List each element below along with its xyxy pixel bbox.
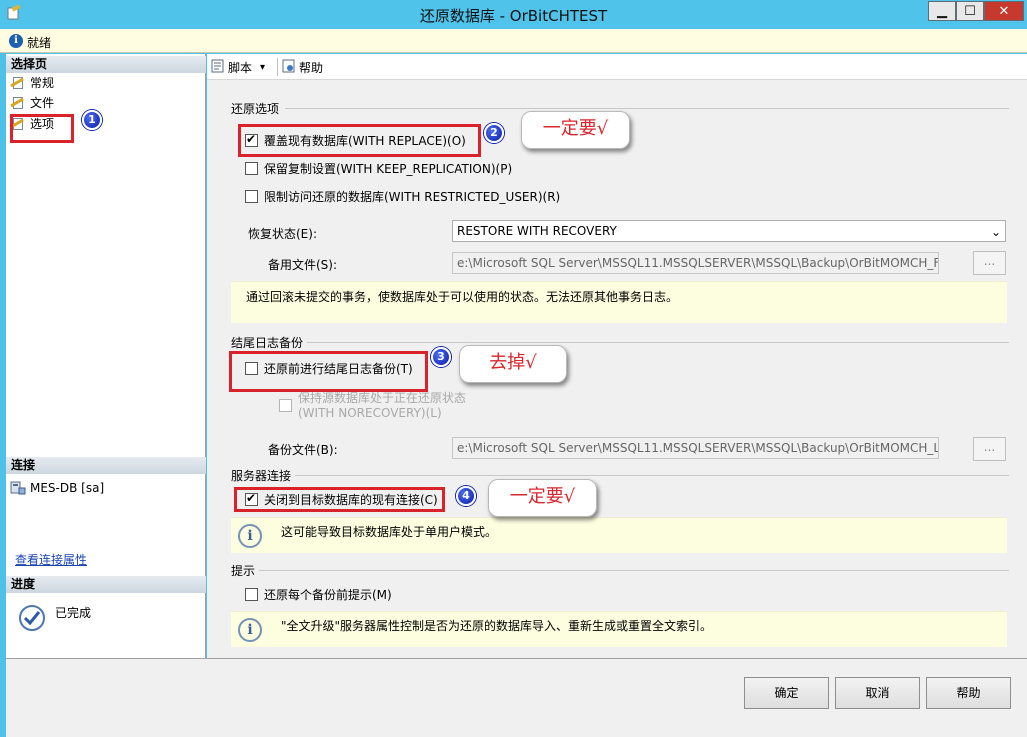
script-icon — [211, 59, 225, 76]
progress-header: 进度 — [6, 576, 206, 593]
callout-must-check-2: 一定要√ — [488, 479, 597, 517]
group-divider — [295, 475, 1009, 476]
server-connections-title: 服务器连接 — [231, 469, 292, 483]
leave-restoring-checkbox[interactable] — [279, 396, 298, 414]
help-button[interactable]: 帮助 — [926, 677, 1011, 709]
view-connection-properties-link[interactable]: 查看连接属性 — [15, 551, 87, 568]
page-icon — [10, 76, 26, 90]
recovery-state-value: RESTORE WITH RECOVERY — [457, 224, 617, 238]
callout-must-check-1: 一定要√ — [521, 111, 630, 149]
help-icon — [282, 59, 296, 76]
help-toolbar-button[interactable]: 帮助 — [277, 58, 323, 76]
recovery-state-select[interactable]: RESTORE WITH RECOVERY ⌄ — [452, 220, 1006, 242]
window-title: 还原数据库 - OrBitCHTEST — [419, 7, 608, 25]
standby-browse-button[interactable]: ... — [973, 251, 1006, 275]
button-bar: 确定 取消 帮助 — [6, 658, 1027, 737]
info-icon: i — [238, 524, 262, 548]
connection-item: MES-DB [sa] — [10, 478, 104, 497]
step-badge-1: 1 — [82, 110, 102, 130]
group-divider — [307, 342, 1009, 343]
step-badge-4: 4 — [456, 486, 476, 506]
status-text: 就绪 — [27, 36, 52, 50]
info-icon: i — [9, 34, 23, 48]
script-label: 脚本 — [228, 60, 253, 75]
group-divider — [259, 570, 1009, 571]
callout-uncheck: 去掉√ — [459, 345, 567, 383]
prompt-each-checkbox[interactable]: 还原每个备份前提示(M) — [245, 585, 392, 603]
checkbox-box[interactable] — [279, 398, 292, 412]
leave-restoring-label-line2: (WITH NORECOVERY)(L) — [298, 406, 442, 420]
backup-file-label: 备份文件(B): — [268, 443, 338, 457]
recovery-description-text: 通过回滚未提交的事务，使数据库处于可以使用的状态。无法还原其他事务日志。 — [246, 290, 679, 304]
server-connections-note: i 这可能导致目标数据库处于单用户模式。 — [231, 517, 1007, 553]
backup-browse-button[interactable]: ... — [973, 437, 1006, 461]
step-badge-2: 2 — [484, 123, 504, 143]
highlight-overwrite — [238, 124, 481, 157]
cancel-button[interactable]: 取消 — [835, 677, 920, 709]
checkbox-box[interactable] — [245, 161, 258, 175]
chevron-down-icon: ⌄ — [990, 225, 1001, 239]
prompt-note: i "全文升级"服务器属性控制是否为还原的数据库导入、重新生成或重置全文索引。 — [231, 611, 1007, 647]
page-icon — [10, 96, 26, 110]
page-general[interactable]: 常规 — [10, 73, 54, 92]
server-connections-note-text: 这可能导致目标数据库处于单用户模式。 — [281, 525, 498, 539]
minimize-button[interactable]: ▁ — [928, 1, 956, 21]
highlight-close-connections — [234, 487, 445, 512]
ok-button[interactable]: 确定 — [744, 677, 829, 709]
title-bar: 还原数据库 - OrBitCHTEST ▁ ☐ ✕ — [0, 0, 1027, 29]
restricted-user-checkbox[interactable]: 限制访问还原的数据库(WITH RESTRICTED_USER)(R) — [245, 187, 560, 205]
status-strip: i 就绪 — [0, 29, 1027, 53]
maximize-button[interactable]: ☐ — [956, 1, 984, 21]
close-button[interactable]: ✕ — [984, 1, 1024, 21]
progress-check-icon — [18, 604, 46, 632]
recovery-state-label: 恢复状态(E): — [248, 227, 317, 241]
highlight-tail-log — [229, 351, 428, 392]
standby-file-label: 备用文件(S): — [268, 258, 338, 272]
keep-replication-checkbox[interactable]: 保留复制设置(WITH KEEP_REPLICATION)(P) — [245, 159, 512, 177]
page-label: 文件 — [30, 96, 55, 110]
tail-log-title: 结尾日志备份 — [231, 336, 304, 350]
select-page-header: 选择页 — [6, 56, 206, 73]
restore-options-title: 还原选项 — [231, 102, 280, 116]
keep-replication-label: 保留复制设置(WITH KEEP_REPLICATION)(P) — [264, 161, 513, 176]
toolbar: 脚本 ▾ 帮助 — [207, 54, 1027, 80]
checkbox-box[interactable] — [245, 587, 258, 601]
progress-status: 已完成 — [55, 606, 92, 620]
prompt-each-label: 还原每个备份前提示(M) — [264, 587, 392, 602]
left-pane: 选择页 常规 文件 选项 连接 MES-DB [sa] 查看连接属性 进度 已完… — [6, 54, 206, 658]
page-label: 常规 — [30, 76, 55, 90]
info-icon: i — [238, 618, 262, 642]
connection-header: 连接 — [6, 457, 206, 474]
restricted-user-label: 限制访问还原的数据库(WITH RESTRICTED_USER)(R) — [264, 189, 561, 204]
group-divider — [285, 108, 1009, 109]
recovery-description: 通过回滚未提交的事务，使数据库处于可以使用的状态。无法还原其他事务日志。 — [231, 281, 1007, 323]
server-icon — [10, 481, 26, 495]
checkbox-box[interactable] — [245, 189, 258, 203]
standby-file-field[interactable]: e:\Microsoft SQL Server\MSSQL11.MSSQLSER… — [452, 252, 939, 274]
script-button[interactable]: 脚本 ▾ — [211, 58, 265, 76]
step-badge-3: 3 — [431, 347, 451, 367]
connection-name: MES-DB [sa] — [30, 480, 105, 495]
chevron-down-icon: ▾ — [260, 61, 266, 73]
highlight-options-page — [10, 114, 74, 143]
page-files[interactable]: 文件 — [10, 93, 54, 112]
help-label: 帮助 — [299, 60, 324, 75]
backup-file-field[interactable]: e:\Microsoft SQL Server\MSSQL11.MSSQLSER… — [452, 437, 939, 459]
prompt-title: 提示 — [231, 564, 256, 578]
prompt-note-text: "全文升级"服务器属性控制是否为还原的数据库导入、重新生成或重置全文索引。 — [281, 619, 713, 633]
